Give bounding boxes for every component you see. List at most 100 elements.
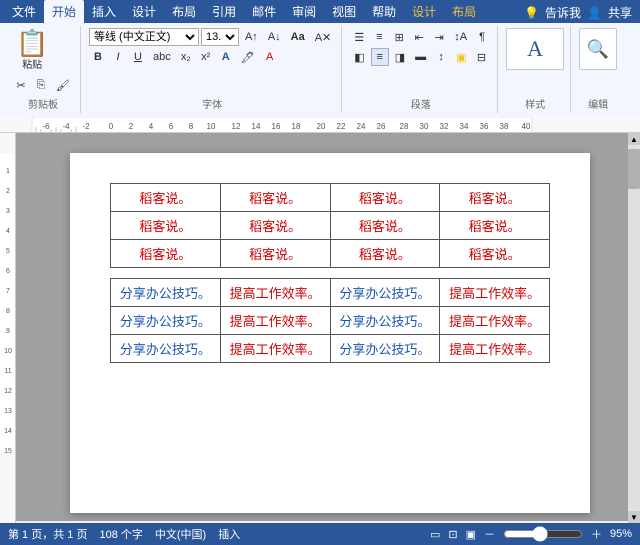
menu-home[interactable]: 开始 xyxy=(44,0,84,23)
svg-text:2: 2 xyxy=(129,122,134,131)
table-2: 分享办公技巧。提高工作效率。分享办公技巧。提高工作效率。分享办公技巧。提高工作效… xyxy=(110,278,550,363)
table-row: 分享办公技巧。提高工作效率。分享办公技巧。提高工作效率。 xyxy=(111,335,550,363)
view-icon-read[interactable]: ▣ xyxy=(466,528,476,541)
svg-text:11: 11 xyxy=(4,368,11,375)
document-container[interactable]: 稻客说。稻客说。稻客说。稻客说。稻客说。稻客说。稻客说。稻客说。稻客说。稻客说。… xyxy=(16,133,628,521)
menu-references[interactable]: 引用 xyxy=(204,0,244,23)
svg-text:3: 3 xyxy=(6,208,10,215)
cut-button[interactable]: ✂ xyxy=(12,76,30,94)
table-cell: 分享办公技巧。 xyxy=(111,335,221,363)
align-right-button[interactable]: ◨ xyxy=(391,48,409,66)
font-color-button[interactable]: A xyxy=(261,48,279,66)
align-center-button[interactable]: ≡ xyxy=(371,48,389,66)
increase-font-button[interactable]: A↑ xyxy=(241,28,262,46)
menu-review[interactable]: 审阅 xyxy=(284,0,324,23)
border-button[interactable]: ⊟ xyxy=(473,48,491,66)
svg-text:12: 12 xyxy=(232,122,241,131)
scroll-up-button[interactable]: ▲ xyxy=(628,133,640,145)
multilevel-list-button[interactable]: ⊞ xyxy=(390,28,408,46)
editing-button[interactable]: 🔍 xyxy=(579,28,617,70)
decrease-indent-button[interactable]: ⇤ xyxy=(410,28,428,46)
table-1: 稻客说。稻客说。稻客说。稻客说。稻客说。稻客说。稻客说。稻客说。稻客说。稻客说。… xyxy=(110,183,550,268)
table-row: 稻客说。稻客说。稻客说。稻客说。 xyxy=(111,184,550,212)
styles-group: A 样式 xyxy=(500,26,571,113)
char-count: 108 个字 xyxy=(99,526,142,542)
tell-me-icon[interactable]: 💡 xyxy=(524,6,539,20)
paragraph-group: ☰ ≡ ⊞ ⇤ ⇥ ↕A ¶ ◧ ≡ ◨ ▬ ↕ ▣ ⊟ 段落 xyxy=(344,26,498,113)
underline-button[interactable]: U xyxy=(129,48,147,66)
format-painter-button[interactable]: 🖌 xyxy=(52,76,74,94)
strikethrough-button[interactable]: abc xyxy=(149,48,175,66)
svg-text:13: 13 xyxy=(4,408,12,415)
align-left-button[interactable]: ◧ xyxy=(350,48,368,66)
table-cell: 分享办公技巧。 xyxy=(330,335,440,363)
svg-text:20: 20 xyxy=(317,122,326,131)
text-effect-button[interactable]: A xyxy=(217,48,235,66)
tell-me-label[interactable]: 告诉我 xyxy=(545,4,581,21)
svg-text:12: 12 xyxy=(4,388,12,395)
table-cell: 稻客说。 xyxy=(330,212,440,240)
zoom-out-button[interactable]: － xyxy=(484,526,495,542)
numbered-list-button[interactable]: ≡ xyxy=(370,28,388,46)
table-cell: 稻客说。 xyxy=(220,212,330,240)
scrollbar[interactable]: ▲ ▼ xyxy=(628,133,640,523)
menu-file[interactable]: 文件 xyxy=(4,0,44,23)
svg-text:6: 6 xyxy=(169,122,174,131)
styles-button[interactable]: A xyxy=(506,28,564,70)
italic-button[interactable]: I xyxy=(109,48,127,66)
menu-design2[interactable]: 设计 xyxy=(404,0,444,23)
superscript-button[interactable]: x² xyxy=(197,48,215,66)
svg-text:38: 38 xyxy=(500,122,509,131)
copy-button[interactable]: ⎘ xyxy=(32,76,50,94)
menu-view[interactable]: 视图 xyxy=(324,0,364,23)
paste-button[interactable]: 📋 粘贴 xyxy=(12,28,52,73)
table-cell: 稻客说。 xyxy=(111,240,221,268)
sort-button[interactable]: ↕A xyxy=(450,28,471,46)
table-row: 分享办公技巧。提高工作效率。分享办公技巧。提高工作效率。 xyxy=(111,307,550,335)
menu-design[interactable]: 设计 xyxy=(124,0,164,23)
share-icon[interactable]: 👤 xyxy=(587,6,602,20)
menu-mailings[interactable]: 邮件 xyxy=(244,0,284,23)
view-icon-print[interactable]: ▭ xyxy=(430,528,440,541)
justify-button[interactable]: ▬ xyxy=(411,48,430,66)
svg-text:10: 10 xyxy=(207,122,216,131)
language: 中文(中国) xyxy=(155,526,206,542)
font-name-select[interactable]: 等线 (中文正文) xyxy=(89,28,199,46)
menu-layout2[interactable]: 布局 xyxy=(444,0,484,23)
svg-text:24: 24 xyxy=(357,122,366,131)
table-cell: 分享办公技巧。 xyxy=(330,307,440,335)
decrease-font-button[interactable]: A↓ xyxy=(264,28,285,46)
svg-text:4: 4 xyxy=(6,228,10,235)
table-cell: 分享办公技巧。 xyxy=(330,279,440,307)
zoom-area: ▭ ⊡ ▣ － ＋ 95% xyxy=(430,526,632,542)
menu-help[interactable]: 帮助 xyxy=(364,0,404,23)
bullet-list-button[interactable]: ☰ xyxy=(350,28,368,46)
share-label[interactable]: 共享 xyxy=(608,4,632,21)
status-bar: 第 1 页，共 1 页 108 个字 中文(中国) 插入 ▭ ⊡ ▣ － ＋ 9… xyxy=(0,523,640,545)
change-case-button[interactable]: Aa xyxy=(287,28,309,46)
line-spacing-button[interactable]: ↕ xyxy=(432,48,450,66)
menu-insert[interactable]: 插入 xyxy=(84,0,124,23)
table-cell: 提高工作效率。 xyxy=(440,335,550,363)
svg-text:0: 0 xyxy=(109,122,114,131)
subscript-button[interactable]: x₂ xyxy=(177,48,195,66)
view-icon-web[interactable]: ⊡ xyxy=(448,528,457,541)
scroll-down-button[interactable]: ▼ xyxy=(628,511,640,523)
increase-indent-button[interactable]: ⇥ xyxy=(430,28,448,46)
clear-format-button[interactable]: A✕ xyxy=(311,28,336,46)
font-size-select[interactable]: 13.5 xyxy=(201,28,239,46)
doc-area-wrapper: 1 2 3 4 5 6 7 8 9 10 11 12 13 14 15 xyxy=(0,133,640,523)
zoom-in-button[interactable]: ＋ xyxy=(591,526,602,542)
zoom-level: 95% xyxy=(610,528,632,540)
zoom-slider[interactable] xyxy=(503,526,583,542)
table-cell: 稻客说。 xyxy=(440,184,550,212)
text-highlight-button[interactable]: 🖊 xyxy=(237,48,259,66)
scroll-thumb[interactable] xyxy=(628,149,640,189)
table-cell: 提高工作效率。 xyxy=(440,279,550,307)
menu-layout[interactable]: 布局 xyxy=(164,0,204,23)
show-marks-button[interactable]: ¶ xyxy=(473,28,491,46)
editing-label: 编辑 xyxy=(579,94,617,111)
bold-button[interactable]: B xyxy=(89,48,107,66)
svg-text:26: 26 xyxy=(377,122,386,131)
shading-button[interactable]: ▣ xyxy=(452,48,470,66)
